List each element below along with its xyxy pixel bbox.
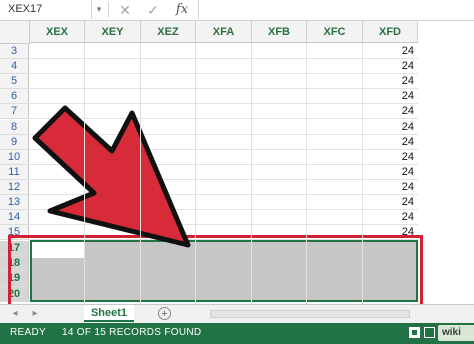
cell-xfd-value[interactable]: 24 <box>402 75 414 87</box>
cell-xfd-value[interactable]: 24 <box>402 136 414 148</box>
column-gridline <box>140 43 141 304</box>
name-box[interactable]: XEX17 <box>0 0 92 19</box>
column-header-xfa[interactable]: XFA <box>196 21 252 43</box>
cell-xfd-value[interactable]: 24 <box>402 181 414 193</box>
scroll-sheets-right-icon[interactable]: ▸ <box>28 307 42 321</box>
column-gridline <box>251 43 252 304</box>
table-row: 24 <box>30 44 418 60</box>
formula-input[interactable] <box>198 0 474 19</box>
cell-xfd-value[interactable]: 24 <box>402 196 414 208</box>
cell-xfd-value[interactable]: 24 <box>402 45 414 57</box>
fx-icon[interactable]: fx <box>172 1 192 19</box>
column-gridline <box>195 43 196 304</box>
status-bar: READY 14 OF 15 RECORDS FOUND wiki How <box>0 323 474 344</box>
column-header-xfc[interactable]: XFC <box>307 21 363 43</box>
cell-xfd-value[interactable]: 24 <box>402 121 414 133</box>
status-records-found: 14 OF 15 RECORDS FOUND <box>62 327 202 338</box>
wikihow-watermark: wiki How <box>438 325 474 344</box>
formula-bar-separator <box>108 2 109 18</box>
cell-xfd-value[interactable]: 24 <box>402 166 414 178</box>
row-header-4[interactable]: 4 <box>0 59 29 75</box>
page-layout-icon[interactable] <box>424 327 435 338</box>
cell-xfd-value[interactable]: 24 <box>402 151 414 163</box>
cancel-icon[interactable]: ✕ <box>116 2 134 18</box>
name-box-dropdown-icon[interactable]: ▾ <box>93 3 105 15</box>
horizontal-scrollbar[interactable] <box>190 308 474 320</box>
excel-window: XEX17 ▾ ✕ ✓ fx XEX XEY XEZ XFA XFB XFC XFD 3 24… <box>0 0 474 344</box>
column-header-xfd[interactable]: XFD <box>363 21 418 43</box>
normal-view-icon[interactable] <box>409 327 420 338</box>
table-row: 24 <box>30 59 418 75</box>
column-gridline <box>84 43 85 304</box>
horizontal-scrollbar-thumb[interactable] <box>210 310 410 318</box>
enter-icon[interactable]: ✓ <box>144 2 162 18</box>
select-all-corner[interactable] <box>0 21 30 44</box>
cell-xfd-value[interactable]: 24 <box>402 60 414 72</box>
column-gridline <box>362 43 363 304</box>
status-ready: READY <box>10 327 46 338</box>
tab-sheet1[interactable]: Sheet1 <box>84 305 134 322</box>
row-header-5[interactable]: 5 <box>0 74 29 90</box>
formula-bar: XEX17 ▾ ✕ ✓ fx <box>0 0 474 21</box>
sheet-tab-bar: ◂ ▸ Sheet1 + <box>0 304 474 323</box>
column-header-xey[interactable]: XEY <box>85 21 141 43</box>
cell-xfd-value[interactable]: 24 <box>402 105 414 117</box>
cell-xfd-value[interactable]: 24 <box>402 211 414 223</box>
column-header-xez[interactable]: XEZ <box>141 21 196 43</box>
column-header-xex[interactable]: XEX <box>30 21 85 43</box>
row-header-3[interactable]: 3 <box>0 44 29 60</box>
table-row: 24 <box>30 74 418 90</box>
add-sheet-button[interactable]: + <box>158 307 171 320</box>
cell-xfd-value[interactable]: 24 <box>402 90 414 102</box>
scroll-sheets-left-icon[interactable]: ◂ <box>8 307 22 321</box>
column-gridline <box>306 43 307 304</box>
red-arrow-annotation <box>32 105 191 248</box>
spreadsheet-grid[interactable]: XEX XEY XEZ XFA XFB XFC XFD 3 24 4 24 5 24 6 24 7 24 8 24… <box>0 21 474 307</box>
column-header-xfb[interactable]: XFB <box>252 21 307 43</box>
